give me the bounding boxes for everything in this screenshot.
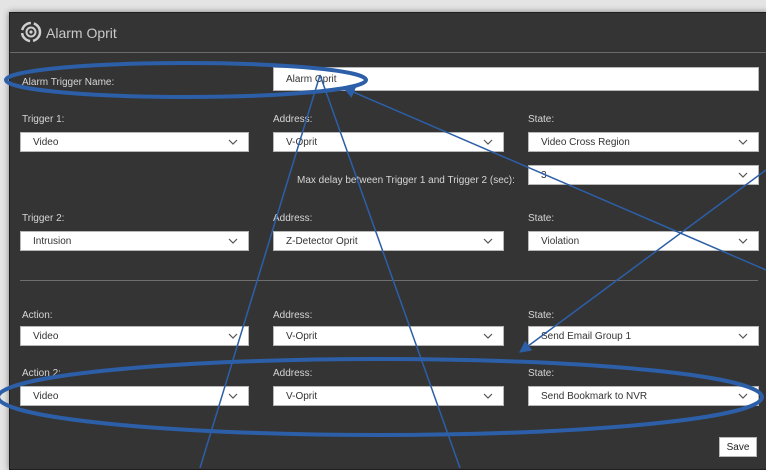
chevron-down-icon [228, 333, 238, 339]
action1-label: Action: [22, 310, 53, 321]
chevron-down-icon [738, 333, 748, 339]
trigger1-address-value: V-Oprit [286, 137, 318, 148]
chevron-down-icon [483, 139, 493, 145]
trigger1-state-label: State: [528, 114, 555, 125]
alarm-trigger-name-label: Alarm Trigger Name: [22, 77, 115, 88]
action2-address-label: Address: [273, 368, 313, 379]
alarm-window: Alarm Oprit Alarm Trigger Name: Alarm Op… [9, 12, 766, 470]
trigger1-select[interactable]: Video [20, 132, 249, 152]
chevron-down-icon [483, 238, 493, 244]
action2-state-select[interactable]: Send Bookmark to NVR [528, 386, 759, 406]
chevron-down-icon [228, 139, 238, 145]
trigger1-state-select[interactable]: Video Cross Region [528, 132, 759, 152]
max-delay-value: 3 [541, 170, 547, 181]
save-button[interactable]: Save [719, 437, 757, 457]
chevron-down-icon [738, 238, 748, 244]
trigger1-address-label: Address: [273, 114, 313, 125]
chevron-down-icon [738, 139, 748, 145]
trigger2-value: Intrusion [33, 236, 72, 247]
action1-value: Video [33, 331, 59, 342]
chevron-down-icon [483, 393, 493, 399]
action2-state-label: State: [528, 368, 555, 379]
trigger1-label: Trigger 1: [22, 114, 65, 125]
trigger2-address-label: Address: [273, 213, 313, 224]
trigger2-state-label: State: [528, 213, 555, 224]
chevron-down-icon [483, 333, 493, 339]
alarm-trigger-name-value: Alarm Oprit [286, 74, 337, 85]
action1-address-value: V-Oprit [286, 331, 318, 342]
trigger2-state-value: Violation [541, 236, 580, 247]
trigger2-select[interactable]: Intrusion [20, 231, 249, 251]
action1-state-value: Send Email Group 1 [541, 331, 632, 342]
action2-label: Action 2: [22, 368, 61, 379]
trigger2-state-select[interactable]: Violation [528, 231, 759, 251]
action1-address-select[interactable]: V-Oprit [273, 326, 504, 346]
action1-state-label: State: [528, 310, 555, 321]
action2-value: Video [33, 391, 59, 402]
chevron-down-icon [738, 393, 748, 399]
alarm-trigger-name-input[interactable]: Alarm Oprit [273, 67, 759, 91]
section-divider [20, 280, 758, 281]
trigger2-label: Trigger 2: [22, 213, 65, 224]
action2-select[interactable]: Video [20, 386, 249, 406]
action1-state-select[interactable]: Send Email Group 1 [528, 326, 759, 346]
trigger1-state-value: Video Cross Region [541, 137, 630, 148]
max-delay-label: Max delay between Trigger 1 and Trigger … [297, 175, 515, 186]
trigger2-address-value: Z-Detector Oprit [286, 236, 358, 247]
chevron-down-icon [228, 238, 238, 244]
alarm-logo-icon [20, 21, 42, 43]
action2-address-value: V-Oprit [286, 391, 318, 402]
chevron-down-icon [228, 393, 238, 399]
trigger2-address-select[interactable]: Z-Detector Oprit [273, 231, 504, 251]
trigger1-value: Video [33, 137, 59, 148]
max-delay-select[interactable]: 3 [528, 165, 759, 185]
action1-select[interactable]: Video [20, 326, 249, 346]
action1-address-label: Address: [273, 310, 313, 321]
trigger1-address-select[interactable]: V-Oprit [273, 132, 504, 152]
chevron-down-icon [738, 172, 748, 178]
action2-state-value: Send Bookmark to NVR [541, 391, 648, 402]
action2-address-select[interactable]: V-Oprit [273, 386, 504, 406]
window-title: Alarm Oprit [46, 25, 117, 41]
title-bar: Alarm Oprit [10, 13, 766, 53]
